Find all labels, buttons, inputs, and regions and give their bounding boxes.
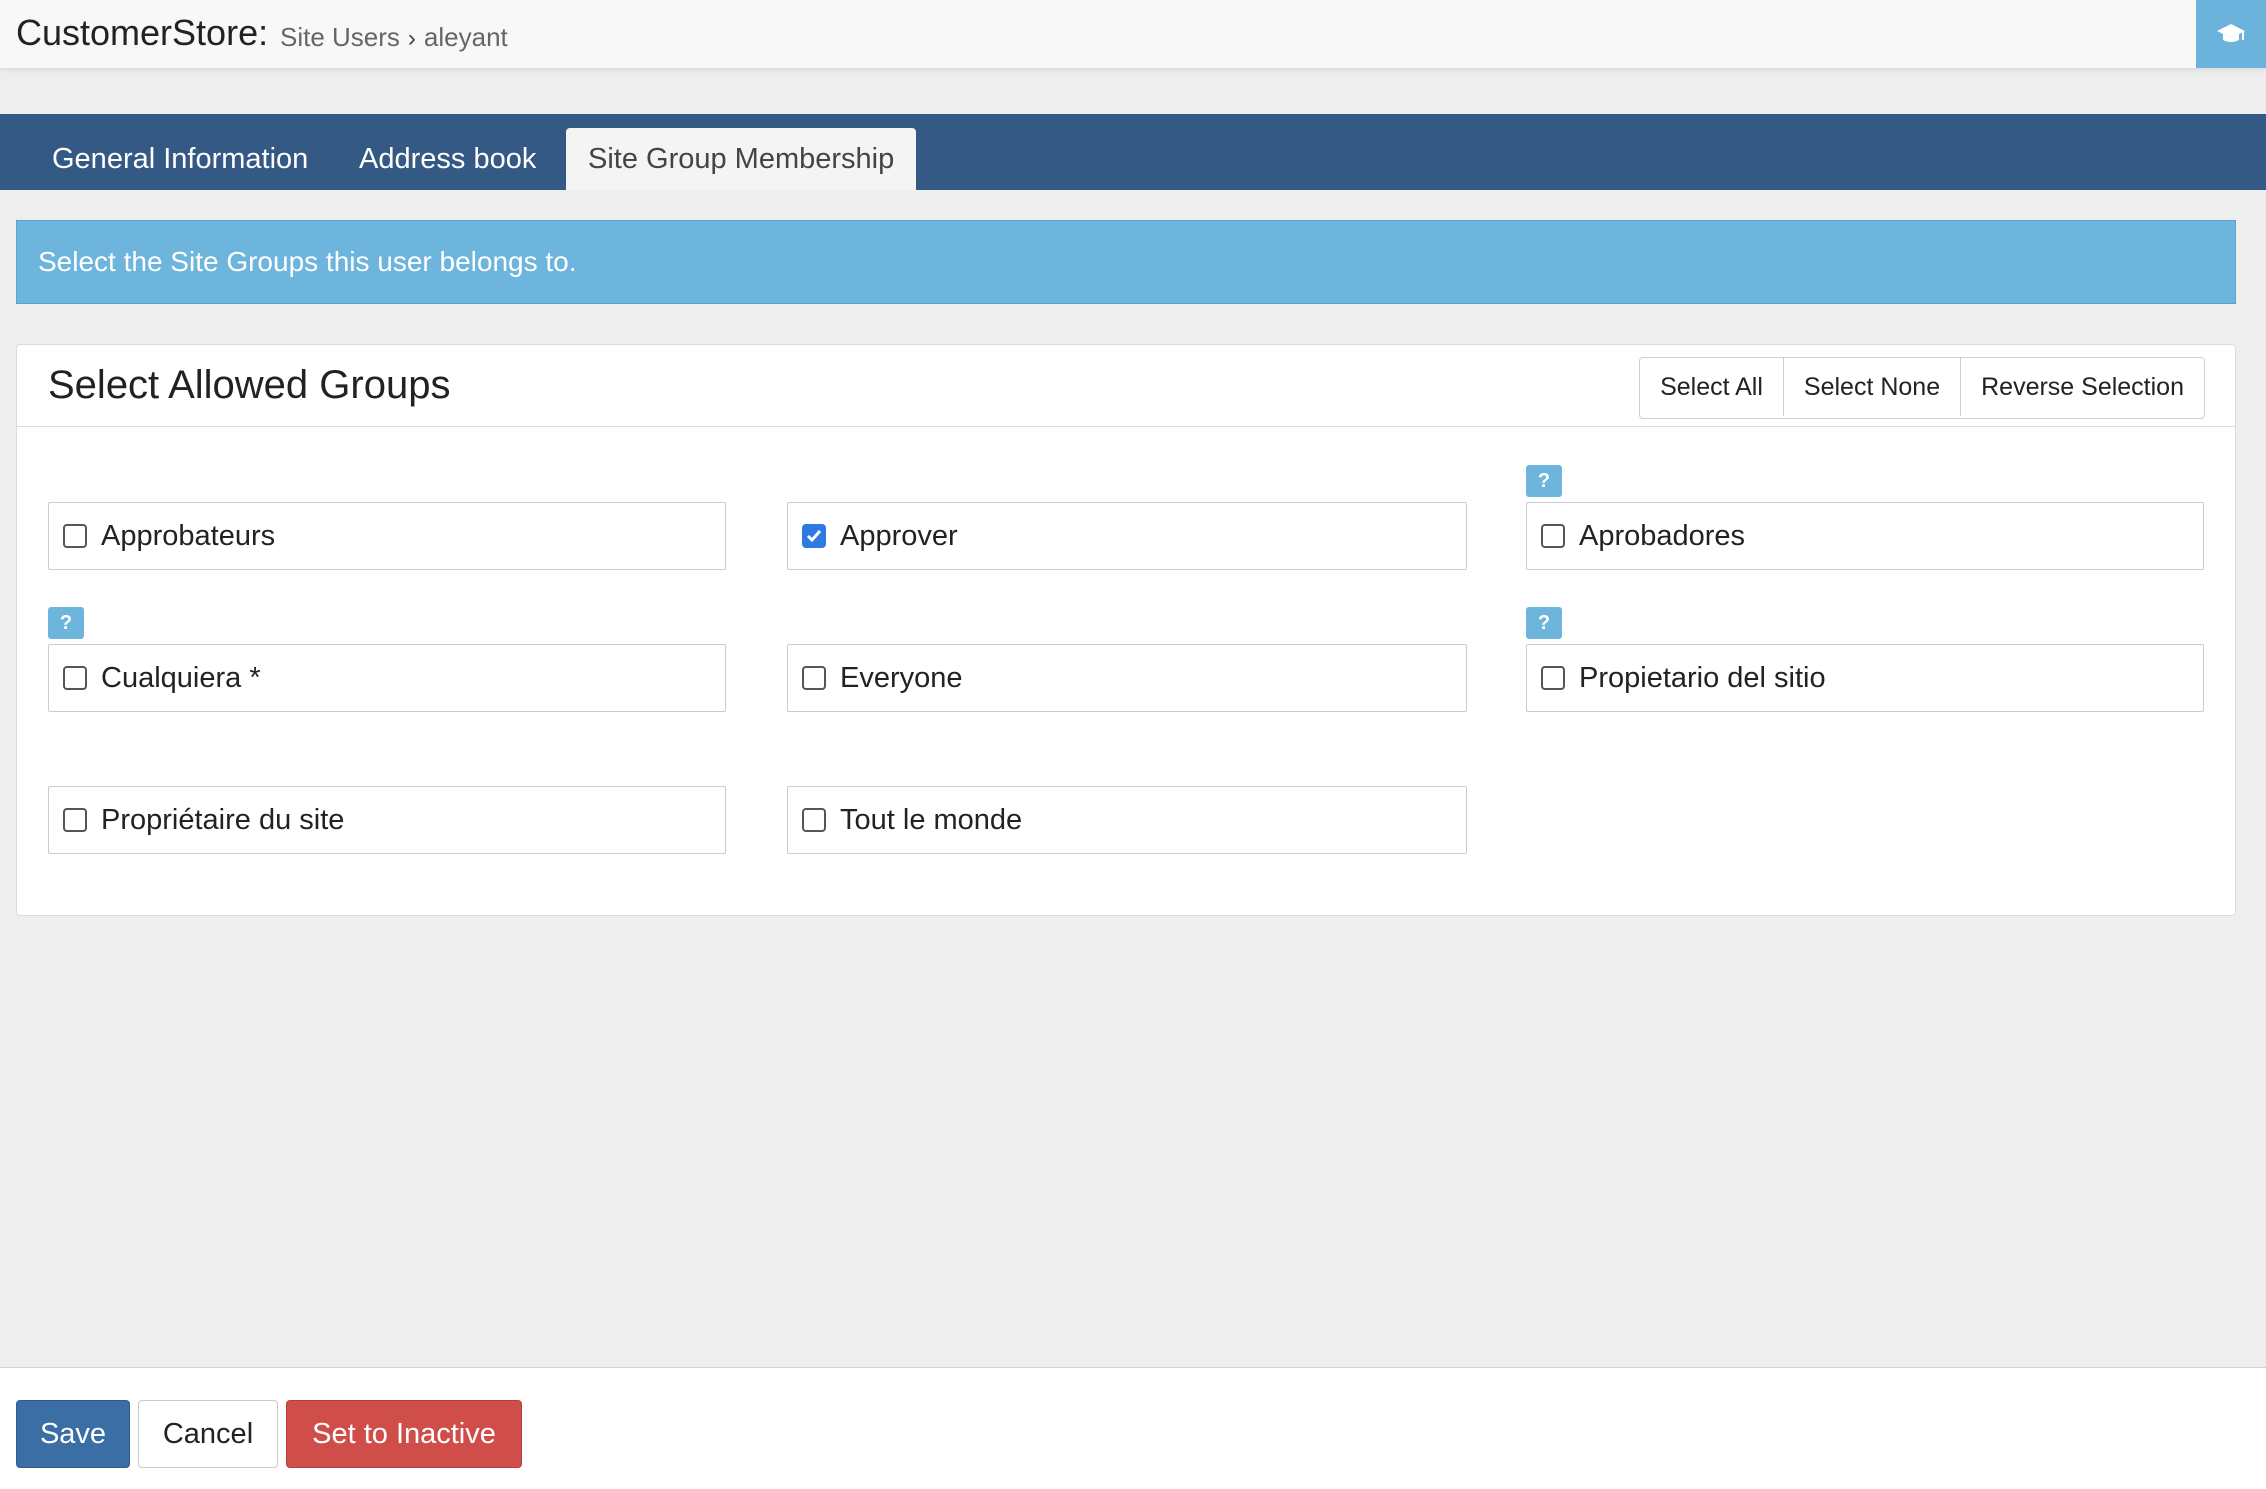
breadcrumb-item-site-users[interactable]: Site Users — [280, 22, 400, 52]
group-label: Approbateurs — [101, 519, 276, 552]
checkbox[interactable] — [63, 666, 87, 690]
checkbox[interactable] — [63, 524, 87, 548]
group-option-tout-le-monde[interactable]: Tout le monde — [787, 786, 1467, 854]
save-button[interactable]: Save — [16, 1400, 130, 1468]
groups-panel: Select Allowed Groups Select All Select … — [16, 344, 2236, 916]
group-option-everyone[interactable]: Everyone — [787, 644, 1467, 712]
checkbox[interactable] — [802, 666, 826, 690]
cancel-button[interactable]: Cancel — [138, 1400, 278, 1468]
tab-address-book[interactable]: Address book — [337, 128, 558, 190]
selection-button-group: Select All Select None Reverse Selection — [1639, 357, 2205, 419]
top-header: CustomerStore: Site Users › aleyant — [0, 0, 2266, 69]
footer-actions: Save Cancel Set to Inactive — [0, 1367, 2266, 1489]
panel-header: Select Allowed Groups Select All Select … — [17, 345, 2235, 427]
breadcrumb-item-current: aleyant — [423, 22, 508, 52]
tab-site-group-membership[interactable]: Site Group Membership — [566, 128, 916, 190]
group-label: Everyone — [840, 661, 963, 694]
info-banner: Select the Site Groups this user belongs… — [16, 220, 2236, 304]
checkbox[interactable] — [1541, 524, 1565, 548]
chevron-right-icon: › — [407, 25, 416, 52]
panel-title: Select Allowed Groups — [48, 363, 451, 407]
help-badge-icon[interactable]: ? — [1526, 465, 1562, 497]
select-all-button[interactable]: Select All — [1640, 358, 1784, 416]
group-option-cualquiera[interactable]: Cualquiera * — [48, 644, 726, 712]
help-badge-icon[interactable]: ? — [48, 607, 84, 639]
group-option-approver[interactable]: Approver — [787, 502, 1467, 570]
group-label: Propietario del sitio — [1579, 661, 1826, 694]
checkbox[interactable] — [1541, 666, 1565, 690]
group-label: Approver — [840, 519, 958, 552]
group-label: Aprobadores — [1579, 519, 1746, 552]
group-label: Tout le monde — [840, 803, 1023, 836]
checkbox[interactable] — [802, 808, 826, 832]
group-option-proprietaire-du-site[interactable]: Propriétaire du site — [48, 786, 726, 854]
tab-bar: General Information Address book Site Gr… — [0, 114, 2266, 190]
reverse-selection-button[interactable]: Reverse Selection — [1961, 358, 2204, 416]
group-label: Cualquiera * — [101, 661, 261, 694]
tab-general-information[interactable]: General Information — [30, 128, 330, 190]
group-option-propietario-del-sitio[interactable]: Propietario del sitio — [1526, 644, 2204, 712]
checkmark-icon — [806, 530, 822, 543]
app-title: CustomerStore: — [16, 12, 269, 53]
checkbox[interactable] — [63, 808, 87, 832]
group-label: Propriétaire du site — [101, 803, 345, 836]
group-option-aprobadores[interactable]: Aprobadores — [1526, 502, 2204, 570]
breadcrumb: Site Users › aleyant — [280, 22, 508, 53]
set-inactive-button[interactable]: Set to Inactive — [286, 1400, 522, 1468]
graduation-cap-icon[interactable] — [2196, 0, 2266, 68]
checkbox-checked[interactable] — [802, 524, 826, 548]
select-none-button[interactable]: Select None — [1783, 358, 1962, 416]
group-option-approbateurs[interactable]: Approbateurs — [48, 502, 726, 570]
help-badge-icon[interactable]: ? — [1526, 607, 1562, 639]
